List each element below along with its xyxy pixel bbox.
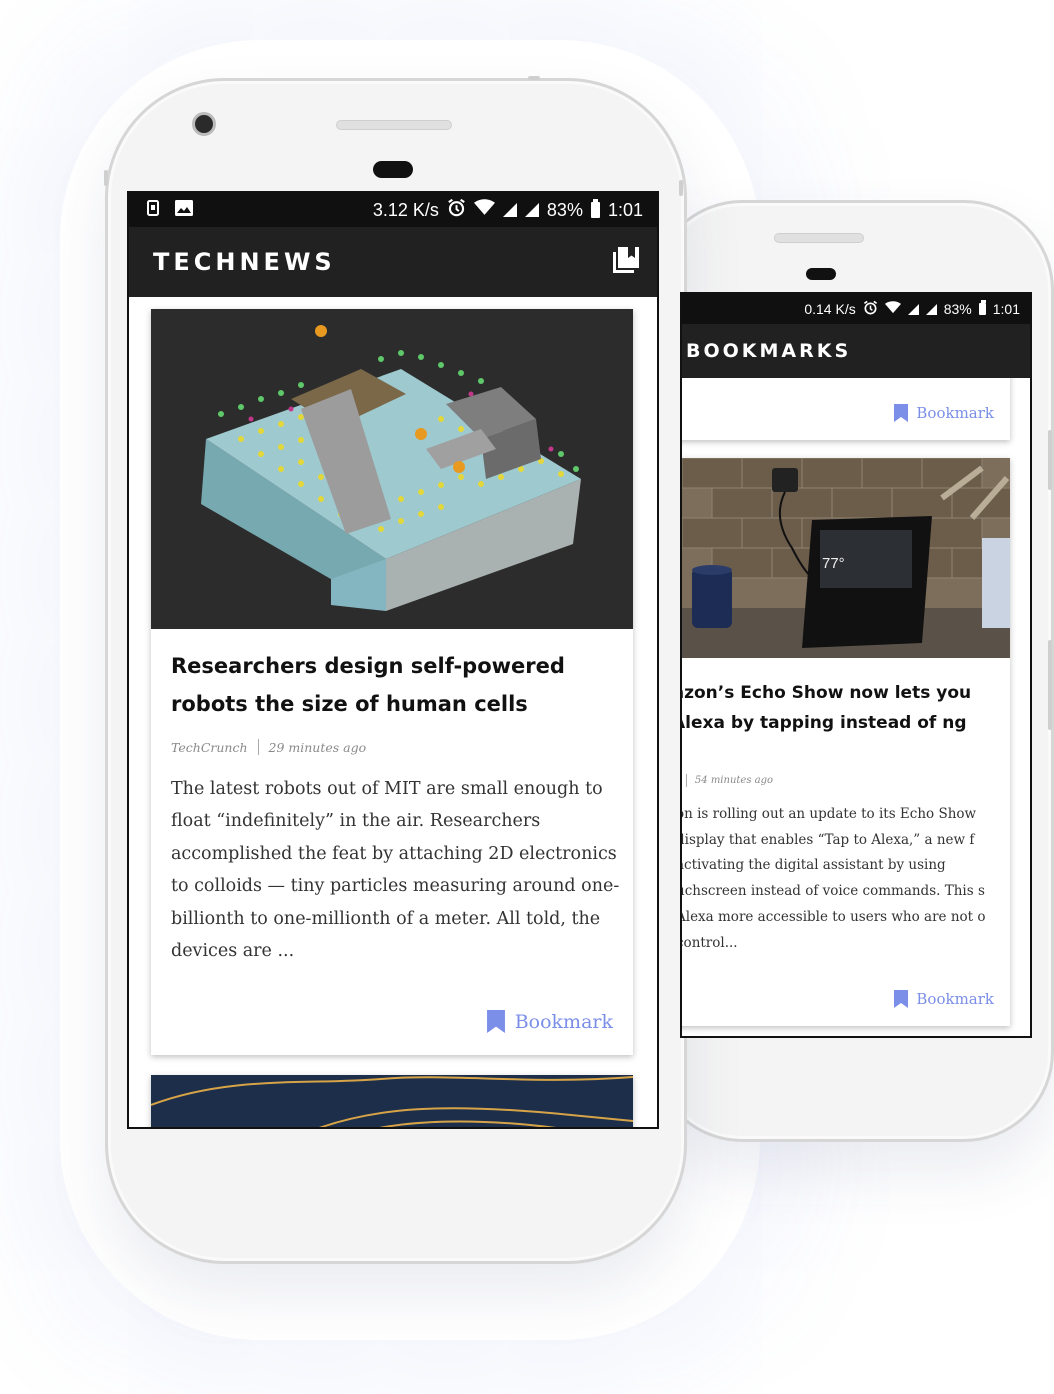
bookmark-label: Bookmark xyxy=(514,1010,613,1033)
front-phone-speaker xyxy=(336,120,452,130)
screenshot-icon xyxy=(147,199,159,221)
bookmark-article-meta: e 54 minutes ago xyxy=(682,774,773,787)
echo-show-temperature: 77° xyxy=(822,555,845,572)
back-app-bar: BOOKMARKS xyxy=(682,324,1030,378)
meta-separator xyxy=(257,739,259,755)
bookmark-label: Bookmark xyxy=(916,404,994,422)
front-camera xyxy=(192,112,216,136)
bookmark-article-body: on is rolling out an update to its Echo … xyxy=(682,806,986,951)
front-phone-top-button[interactable] xyxy=(528,76,540,80)
bookmark-icon xyxy=(894,990,909,1008)
front-app-bar: TECHNEWS xyxy=(129,227,657,297)
bookmark-icon xyxy=(894,404,909,422)
front-phone-screen: 3.12 K/s 83% 1:01 TECHNEWS Researchers d… xyxy=(127,191,659,1129)
bookmark-card-echo-show[interactable]: 77° nzon’s Echo Show now lets you Alexa … xyxy=(682,458,1010,1026)
battery-icon xyxy=(590,199,600,218)
back-clock: 1:01 xyxy=(992,301,1020,317)
article-source: TechCrunch xyxy=(171,739,248,755)
wifi-icon xyxy=(884,301,901,317)
wifi-icon xyxy=(473,199,495,221)
front-battery-percent: 83% xyxy=(546,199,583,220)
news-card[interactable]: Researchers design self-powered robots t… xyxy=(151,309,633,1055)
bookmarks-icon[interactable] xyxy=(613,247,639,277)
article-time: 29 minutes ago xyxy=(268,739,367,755)
bookmark-article-title[interactable]: nzon’s Echo Show now lets you Alexa by t… xyxy=(682,678,992,738)
article-meta: TechCrunch 29 minutes ago xyxy=(171,739,366,755)
front-phone-earpiece xyxy=(373,161,413,178)
signal-icon xyxy=(502,203,517,217)
back-content[interactable]: Bookmark 77° nzon’s Echo Show now lets y… xyxy=(682,378,1030,1036)
back-status-bar: 0.14 K/s 83% 1:01 xyxy=(682,294,1030,324)
back-battery-percent: 83% xyxy=(943,301,972,317)
back-phone-speaker xyxy=(774,233,864,243)
signal-icon xyxy=(907,303,919,315)
front-status-bar: 3.12 K/s 83% 1:01 xyxy=(129,193,657,227)
meta-separator xyxy=(685,774,687,787)
front-phone-right-button[interactable] xyxy=(679,180,683,196)
alarm-icon xyxy=(447,198,466,222)
bookmarks-title: BOOKMARKS xyxy=(686,340,852,362)
front-clock: 1:01 xyxy=(607,199,643,220)
app-title: TECHNEWS xyxy=(153,248,336,276)
bookmark-button[interactable]: Bookmark xyxy=(894,990,994,1008)
bookmark-button[interactable]: Bookmark xyxy=(894,404,994,422)
back-network-speed: 0.14 K/s xyxy=(804,301,856,317)
signal-icon xyxy=(524,203,539,217)
bookmark-card-previous[interactable]: Bookmark xyxy=(682,378,1010,440)
news-feed[interactable]: Researchers design self-powered robots t… xyxy=(129,297,657,1127)
news-card-next[interactable] xyxy=(151,1075,633,1127)
bookmark-button[interactable]: Bookmark xyxy=(486,1010,613,1033)
back-phone-side-button[interactable] xyxy=(1048,430,1052,490)
bookmark-label: Bookmark xyxy=(916,990,994,1008)
article-body: The latest robots out of MIT are small e… xyxy=(171,779,620,962)
battery-icon xyxy=(978,300,986,315)
gallery-icon xyxy=(175,199,193,221)
back-phone-earpiece xyxy=(806,268,836,280)
article-time: 54 minutes ago xyxy=(694,775,774,786)
back-phone-screen: 0.14 K/s 83% 1:01 BOOKMARKS Bookmark 77°… xyxy=(680,292,1032,1038)
article-title[interactable]: Researchers design self-powered robots t… xyxy=(171,647,611,723)
front-phone-left-button[interactable] xyxy=(104,170,108,186)
article-image xyxy=(151,309,633,629)
bookmark-icon xyxy=(486,1010,505,1033)
front-network-speed: 3.12 K/s xyxy=(372,199,439,220)
signal-icon xyxy=(925,303,937,315)
next-article-image xyxy=(151,1075,633,1127)
article-image: 77° xyxy=(682,458,1010,658)
back-phone-volume-button[interactable] xyxy=(1048,640,1052,730)
alarm-icon xyxy=(863,300,878,318)
